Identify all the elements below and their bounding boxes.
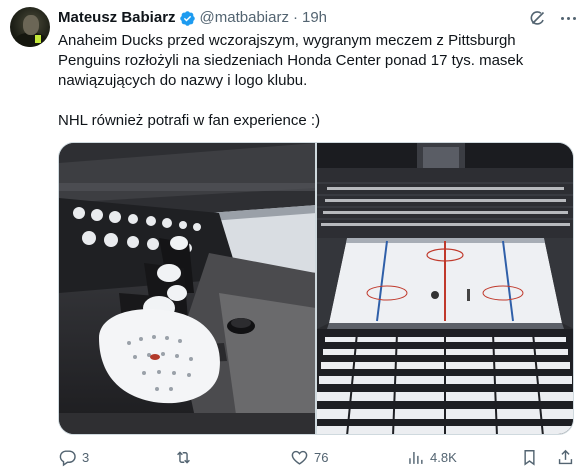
tweet-text: Anaheim Ducks przed wczorajszym, wygrany… [58,31,578,131]
photo-seats-masks[interactable] [59,143,315,434]
like-button[interactable]: 76 [290,446,328,468]
reply-button[interactable]: 3 [58,446,89,468]
heart-icon [291,450,308,465]
reply-icon [59,449,76,466]
tweet-header: Mateusz Babiarz @matbabiarz · 19h [58,8,327,28]
share-icon [558,449,573,464]
author-handle[interactable]: @matbabiarz [200,8,289,28]
verified-badge-icon [179,10,195,26]
share-button[interactable] [556,446,575,468]
author-name[interactable]: Mateusz Babiarz [58,8,176,28]
retweet-icon [177,450,190,464]
tweet-paragraph-2: NHL również potrafi w fan experience :) [58,112,321,129]
grok-icon[interactable] [528,8,548,28]
views-button[interactable]: 4.8K [406,446,457,468]
tweet-paragraph-1: Anaheim Ducks przed wczorajszym, wygrany… [58,32,524,89]
like-count: 76 [314,449,329,465]
retweet-button[interactable] [174,446,198,468]
separator-dot: · [292,9,298,26]
photo-arena-overview[interactable] [317,143,573,434]
tweet[interactable]: Mateusz Babiarz @matbabiarz · 19h Anahei… [0,0,586,473]
avatar[interactable] [10,7,50,47]
media-grid [58,142,574,435]
reply-count: 3 [82,449,90,465]
more-options-icon[interactable] [558,8,578,28]
bookmark-button[interactable] [520,446,539,468]
views-icon [409,451,423,464]
action-bar: 3 76 4.8K [58,446,578,468]
timestamp[interactable]: 19h [302,8,327,28]
views-count: 4.8K [430,449,457,465]
bookmark-icon [524,449,535,466]
